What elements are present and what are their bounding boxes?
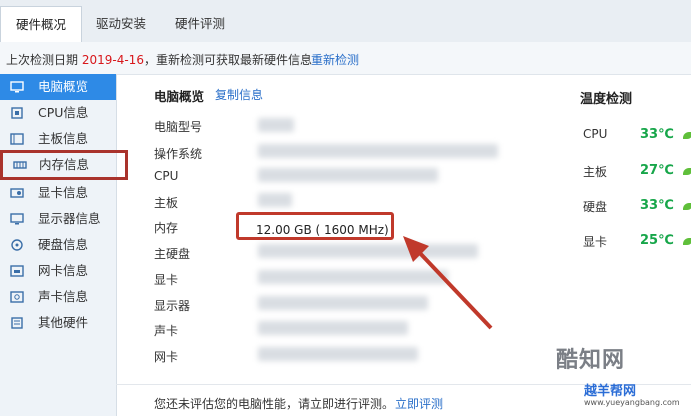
sidebar-item-label: 显示器信息: [38, 211, 101, 226]
sidebar-item-display[interactable]: 显示器信息: [0, 206, 116, 232]
label-motherboard: 主板: [154, 196, 179, 210]
network-card-icon: [10, 265, 24, 277]
label-computer-model: 电脑型号: [154, 120, 203, 134]
sidebar: 电脑概览 CPU信息 主板信息 内存信息 显卡信息 显示器信息 硬盘信息 网卡信…: [0, 74, 128, 416]
last-check-text: 上次检测日期 2019-4-16，重新检测可获取最新硬件信息: [6, 53, 312, 67]
overview-title: 电脑概览: [154, 89, 205, 104]
sidebar-item-memory[interactable]: 内存信息: [0, 150, 128, 180]
display-icon: [10, 213, 24, 225]
label-display: 显示器: [154, 299, 191, 313]
sidebar-item-label: 硬盘信息: [38, 237, 89, 252]
leaf-icon: [683, 132, 691, 139]
temp-value-motherboard: 27℃: [640, 163, 674, 178]
sidebar-item-label: 其他硬件: [38, 315, 89, 330]
label-os: 操作系统: [154, 147, 203, 161]
other-hardware-icon: [11, 317, 23, 329]
last-check-date: 2019-4-16: [81, 53, 144, 67]
leaf-icon: [683, 168, 691, 175]
graphics-card-icon: [10, 188, 24, 198]
sidebar-item-cpu[interactable]: CPU信息: [0, 100, 116, 126]
memory-icon: [13, 161, 27, 169]
label-graphics: 显卡: [154, 273, 179, 287]
sidebar-item-graphics[interactable]: 显卡信息: [0, 180, 116, 206]
sidebar-item-label: CPU信息: [38, 105, 89, 120]
temp-value-cpu: 33℃: [640, 127, 674, 142]
sidebar-item-other[interactable]: 其他硬件: [0, 310, 116, 336]
redacted-value: [258, 144, 498, 158]
sidebar-item-label: 内存信息: [39, 157, 90, 172]
temp-label-motherboard: 主板: [583, 165, 608, 179]
evaluate-now-link[interactable]: 立即评测: [395, 395, 443, 412]
label-cpu: CPU: [154, 169, 179, 183]
sidebar-item-overview[interactable]: 电脑概览: [0, 74, 116, 100]
sidebar-item-label: 电脑概览: [38, 79, 89, 94]
sidebar-item-hard-disk[interactable]: 硬盘信息: [0, 232, 116, 258]
memory-highlight-box: [236, 212, 394, 240]
motherboard-icon: [10, 133, 24, 145]
label-sound: 声卡: [154, 324, 179, 338]
sidebar-item-sound[interactable]: 声卡信息: [0, 284, 116, 310]
sidebar-item-label: 显卡信息: [38, 185, 89, 200]
redacted-value: [258, 321, 408, 335]
sidebar-item-label: 主板信息: [38, 131, 89, 146]
redacted-value: [258, 118, 294, 132]
watermark-site: 越羊帮网: [584, 384, 637, 399]
sidebar-item-label: 网卡信息: [38, 263, 89, 278]
leaf-icon: [683, 203, 691, 210]
temp-label-cpu: CPU: [583, 127, 608, 141]
label-main-disk: 主硬盘: [154, 247, 191, 261]
temp-label-graphics: 显卡: [583, 235, 608, 249]
recheck-link[interactable]: 重新检测: [311, 51, 359, 68]
temperature-title: 温度检测: [580, 92, 633, 107]
redacted-value: [258, 168, 438, 182]
temp-label-disk: 硬盘: [583, 200, 608, 214]
tab-hardware-overview[interactable]: 硬件概况: [0, 6, 82, 43]
label-network: 网卡: [154, 350, 179, 364]
tab-driver-install[interactable]: 驱动安装: [82, 6, 160, 42]
redacted-value: [258, 347, 418, 361]
last-check-bar: 上次检测日期 2019-4-16，重新检测可获取最新硬件信息 重新检测: [0, 42, 691, 75]
hard-disk-icon: [11, 239, 23, 251]
sound-card-icon: [10, 291, 24, 303]
watermark-url: www.yueyangbang.com: [584, 398, 680, 407]
copy-info-link[interactable]: 复制信息: [215, 86, 263, 103]
cpu-icon: [11, 107, 23, 119]
leaf-icon: [683, 238, 691, 245]
annotation-arrow-icon: [403, 236, 493, 330]
temp-value-disk: 33℃: [640, 198, 674, 213]
label-memory: 内存: [154, 221, 179, 235]
sidebar-item-motherboard[interactable]: 主板信息: [0, 126, 116, 152]
temp-value-graphics: 25℃: [640, 233, 674, 248]
sidebar-item-network[interactable]: 网卡信息: [0, 258, 116, 284]
sidebar-item-label: 声卡信息: [38, 289, 89, 304]
evaluation-prompt: 您还未评估您的电脑性能，请立即进行评测。: [154, 397, 395, 411]
monitor-icon: [10, 81, 24, 93]
tab-bar: 硬件概况 驱动安装 硬件评测: [0, 0, 691, 43]
watermark-brand: 酷知网: [556, 348, 626, 373]
redacted-value: [258, 193, 292, 207]
tab-hardware-benchmark[interactable]: 硬件评测: [162, 6, 238, 42]
